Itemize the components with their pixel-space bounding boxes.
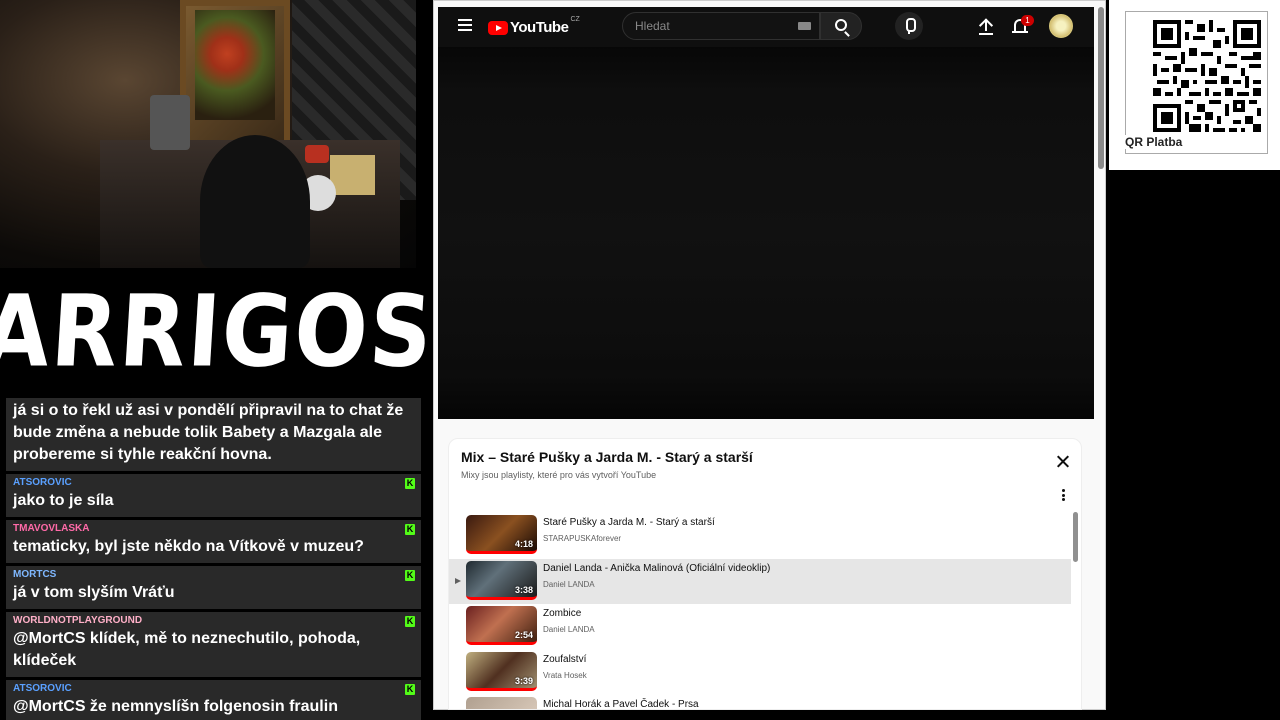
channel-logo-text: ARRIGOS — [0, 274, 437, 390]
chat-message-text: já si o to řekl už asi v pondělí připrav… — [13, 402, 404, 463]
chat-author: ATSOROVIC — [13, 477, 72, 488]
video-title[interactable]: Zombice — [543, 608, 581, 619]
notification-badge: 1 — [1021, 15, 1034, 26]
video-duration: 2:54 — [514, 630, 533, 640]
playlist-scrollbar[interactable] — [1073, 512, 1078, 562]
video-title[interactable]: Daniel Landa - Anička Malinová (Oficiáln… — [543, 563, 770, 574]
playlist-subtitle: Mixy jsou playlisty, které pro vás vytvo… — [461, 470, 657, 480]
channel-name[interactable]: STARAPUSKAforever — [543, 534, 621, 543]
video-thumbnail[interactable]: 3:39 — [466, 651, 537, 691]
search-icon — [835, 19, 847, 31]
now-playing-icon — [455, 577, 461, 584]
youtube-logo[interactable]: YouTube CZ — [488, 16, 580, 36]
playlist-panel: Mix – Staré Pušky a Jarda M. - Starý a s… — [448, 438, 1082, 710]
desk-object — [305, 145, 329, 163]
desk-object — [330, 155, 375, 195]
channel-name[interactable]: Daniel LANDA — [543, 625, 595, 634]
flower-painting — [195, 10, 275, 120]
video-thumbnail[interactable] — [466, 697, 537, 709]
menu-icon[interactable] — [458, 19, 472, 31]
webcam-feed — [0, 0, 416, 268]
chat-message-text: @MortCS že nemnyslíšn folgenosin fraulin — [13, 698, 338, 715]
channel-logo: ARRIGOS — [0, 268, 437, 396]
chat-author: TMAVOVLASKA — [13, 523, 90, 534]
streamer — [200, 135, 310, 268]
playlist-item[interactable]: Michal Horák a Pavel Čadek - Prsa — [449, 695, 1071, 709]
chat-message: ATSOROVIC K jako to je síla — [6, 474, 421, 517]
chat-panel: já si o to řekl už asi v pondělí připrav… — [6, 398, 421, 720]
kick-icon: K — [405, 478, 415, 489]
chat-message: TMAVOVLASKA K tematicky, byl jste někdo … — [6, 520, 421, 563]
chat-message: MORTCS K já v tom slyším Vráťu — [6, 566, 421, 609]
video-thumbnail[interactable]: 3:38 — [466, 560, 537, 600]
youtube-logo-text: YouTube — [510, 19, 569, 36]
qr-code[interactable] — [1129, 20, 1261, 132]
playlist-item-active[interactable]: 3:38 Daniel Landa - Anička Malinová (Ofi… — [449, 558, 1071, 604]
playlist-items: 4:18 Staré Pušky a Jarda M. - Starý a st… — [449, 513, 1071, 709]
video-duration: 3:38 — [514, 584, 533, 595]
video-title[interactable]: Staré Pušky a Jarda M. - Starý a starší — [543, 517, 715, 528]
playlist-item[interactable]: 2:54 Zombice Daniel LANDA — [449, 604, 1071, 650]
video-thumbnail[interactable]: 2:54 — [466, 606, 537, 645]
page-scrollbar[interactable] — [1098, 7, 1104, 169]
avatar[interactable] — [1049, 14, 1073, 38]
video-title[interactable]: Michal Horák a Pavel Čadek - Prsa — [543, 699, 699, 709]
kick-icon: K — [405, 616, 415, 627]
video-duration: 3:39 — [514, 675, 533, 686]
chat-author: MORTCS — [13, 569, 57, 580]
chat-message-text: jako to je síla — [13, 492, 114, 509]
chat-message-text: tematicky, byl jste někdo na Vítkově v m… — [13, 538, 364, 555]
chat-message-text: já v tom slyším Vráťu — [13, 584, 175, 601]
search-input[interactable]: Hledat — [622, 12, 820, 40]
youtube-play-icon — [488, 20, 508, 35]
youtube-masthead: YouTube CZ Hledat 1 — [438, 7, 1094, 47]
video-title[interactable]: Zoufalství — [543, 654, 586, 665]
keyboard-icon[interactable] — [798, 22, 811, 30]
youtube-window: YouTube CZ Hledat 1 Mix – Staré Pušky a … — [433, 0, 1106, 710]
chat-message-text: @MortCS klídek, mě to neznechutilo, poho… — [13, 630, 361, 669]
chat-message: WORLDNOTPLAYGROUND K @MortCS klídek, mě … — [6, 612, 421, 677]
channel-name[interactable]: Daniel LANDA — [543, 580, 595, 589]
country-code: CZ — [570, 16, 580, 23]
kick-icon: K — [405, 570, 415, 581]
playlist-title[interactable]: Mix – Staré Pušky a Jarda M. - Starý a s… — [461, 449, 753, 465]
kick-icon: K — [405, 524, 415, 535]
stream-overlay: ARRIGOS já si o to řekl už asi v pondělí… — [0, 0, 1280, 720]
playlist-item[interactable]: 3:39 Zoufalství Vrata Hosek — [449, 650, 1071, 696]
close-icon[interactable] — [1055, 453, 1071, 469]
video-duration: 4:18 — [514, 539, 533, 549]
qr-payment-box: QR Platba — [1109, 0, 1280, 170]
video-player[interactable] — [438, 47, 1094, 419]
search-placeholder: Hledat — [635, 19, 670, 33]
voice-search-button[interactable] — [895, 12, 923, 40]
kick-icon: K — [405, 684, 415, 695]
chat-author: ATSOROVIC — [13, 683, 72, 694]
chat-message: ATSOROVIC K @MortCS že nemnyslíšn folgen… — [6, 680, 421, 720]
chat-message: já si o to řekl už asi v pondělí připrav… — [6, 398, 421, 471]
desk-object — [150, 95, 190, 150]
playlist-item[interactable]: 4:18 Staré Pušky a Jarda M. - Starý a st… — [449, 513, 1071, 559]
qr-label: QR Platba — [1121, 135, 1187, 149]
search-button[interactable] — [820, 12, 862, 40]
more-options-icon[interactable] — [1060, 489, 1066, 503]
channel-name[interactable]: Vrata Hosek — [543, 671, 587, 680]
chat-author: WORLDNOTPLAYGROUND — [13, 615, 143, 626]
video-thumbnail[interactable]: 4:18 — [466, 515, 537, 554]
upload-icon[interactable] — [978, 17, 994, 35]
